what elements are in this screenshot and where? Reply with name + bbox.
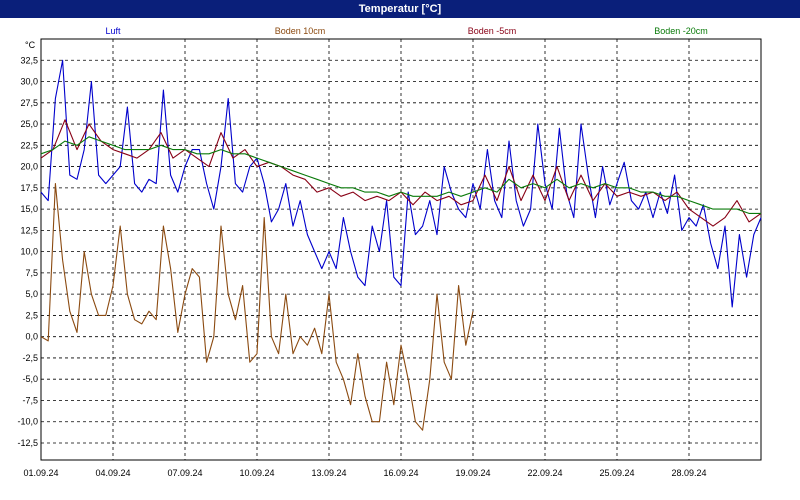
y-tick-label: 27,5	[20, 98, 38, 108]
y-tick-label: -5,0	[22, 374, 38, 384]
x-tick-labels: 01.09.24 04.09.24 07.09.24 10.09.24 13.09.24…	[23, 468, 706, 478]
x-tick-label: 19.09.24	[455, 468, 490, 478]
x-tick-label: 01.09.24	[23, 468, 58, 478]
y-tick-label: 12,5	[20, 225, 38, 235]
legend-item: Luft	[105, 26, 121, 36]
legend: Luft Boden 10cm Boden -5cm Boden -20cm	[105, 26, 707, 36]
y-tick-labels: 32,5 30,0 27,5 25,0 22,5 20,0 17,5 15,0 12,5 10,0…	[17, 55, 38, 448]
legend-item: Boden -20cm	[654, 26, 708, 36]
x-tick-label: 04.09.24	[95, 468, 130, 478]
legend-item: Boden 10cm	[275, 26, 326, 36]
y-tick-label: 20,0	[20, 162, 38, 172]
x-tick-label: 28.09.24	[671, 468, 706, 478]
y-axis-unit: °C	[25, 40, 36, 50]
x-tick-label: 25.09.24	[599, 468, 634, 478]
y-tick-label: -10,0	[17, 417, 38, 427]
x-tick-label: 16.09.24	[383, 468, 418, 478]
y-tick-label: 17,5	[20, 183, 38, 193]
y-tick-label: 5,0	[25, 289, 38, 299]
y-tick-label: 7,5	[25, 268, 38, 278]
y-tick-label: 30,0	[20, 77, 38, 87]
y-tick-label: -2,5	[22, 353, 38, 363]
legend-item: Boden -5cm	[468, 26, 517, 36]
temperature-chart: 32,5 30,0 27,5 25,0 22,5 20,0 17,5 15,0 12,5 10,0…	[17, 26, 762, 478]
y-tick-label: 15,0	[20, 204, 38, 214]
x-tick-label: 13.09.24	[311, 468, 346, 478]
y-tick-label: -7,5	[22, 395, 38, 405]
x-tick-label: 10.09.24	[239, 468, 274, 478]
y-tick-label: 25,0	[20, 119, 38, 129]
y-tick-label: 0,0	[25, 332, 38, 342]
y-tick-label: -12,5	[17, 438, 38, 448]
y-tick-label: 32,5	[20, 55, 38, 65]
y-tick-label: 22,5	[20, 140, 38, 150]
x-tick-label: 22.09.24	[527, 468, 562, 478]
x-tick-label: 07.09.24	[167, 468, 202, 478]
y-tick-label: 10,0	[20, 247, 38, 257]
y-tick-label: 2,5	[25, 310, 38, 320]
